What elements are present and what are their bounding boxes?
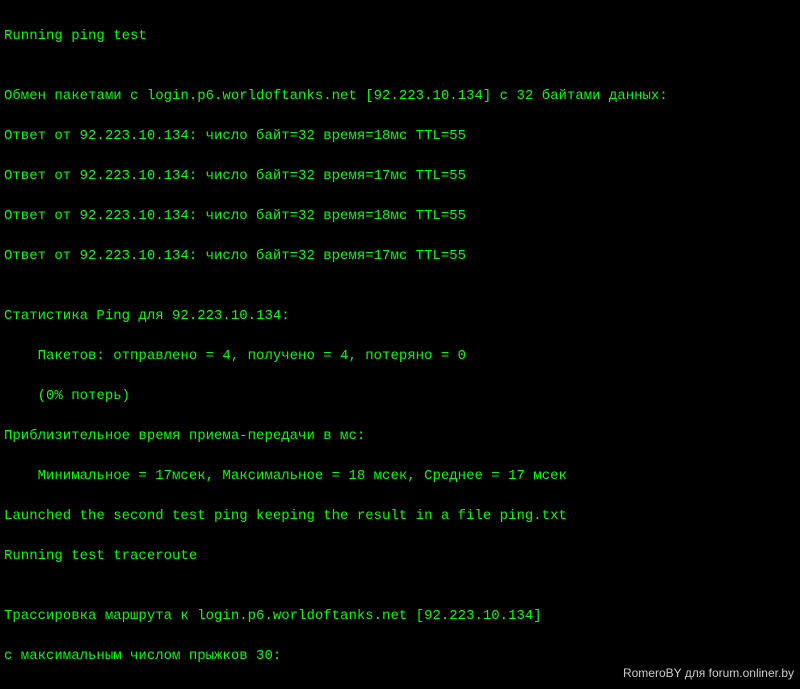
stats-header: Статистика Ping для 92.223.10.134: xyxy=(4,306,796,326)
ping-reply: Ответ от 92.223.10.134: число байт=32 вр… xyxy=(4,166,796,186)
ping-reply: Ответ от 92.223.10.134: число байт=32 вр… xyxy=(4,126,796,146)
watermark-text: RomeroBY для forum.onliner.by xyxy=(623,663,794,683)
header-line: Running ping test xyxy=(4,26,796,46)
trace-hops-line: с максимальным числом прыжков 30: xyxy=(4,646,796,666)
stats-loss: (0% потерь) xyxy=(4,386,796,406)
stats-packets: Пакетов: отправлено = 4, получено = 4, п… xyxy=(4,346,796,366)
ping-intro: Обмен пакетами с login.p6.worldoftanks.n… xyxy=(4,86,796,106)
approx-values: Минимальное = 17мсек, Максимальное = 18 … xyxy=(4,466,796,486)
running-tracert: Running test traceroute xyxy=(4,546,796,566)
ping-reply: Ответ от 92.223.10.134: число байт=32 вр… xyxy=(4,246,796,266)
approx-header: Приблизительное время приема-передачи в … xyxy=(4,426,796,446)
trace-header: Трассировка маршрута к login.p6.worldoft… xyxy=(4,606,796,626)
ping-reply: Ответ от 92.223.10.134: число байт=32 вр… xyxy=(4,206,796,226)
terminal-window[interactable]: Running ping test Обмен пакетами с login… xyxy=(0,0,800,689)
launched-ping: Launched the second test ping keeping th… xyxy=(4,506,796,526)
